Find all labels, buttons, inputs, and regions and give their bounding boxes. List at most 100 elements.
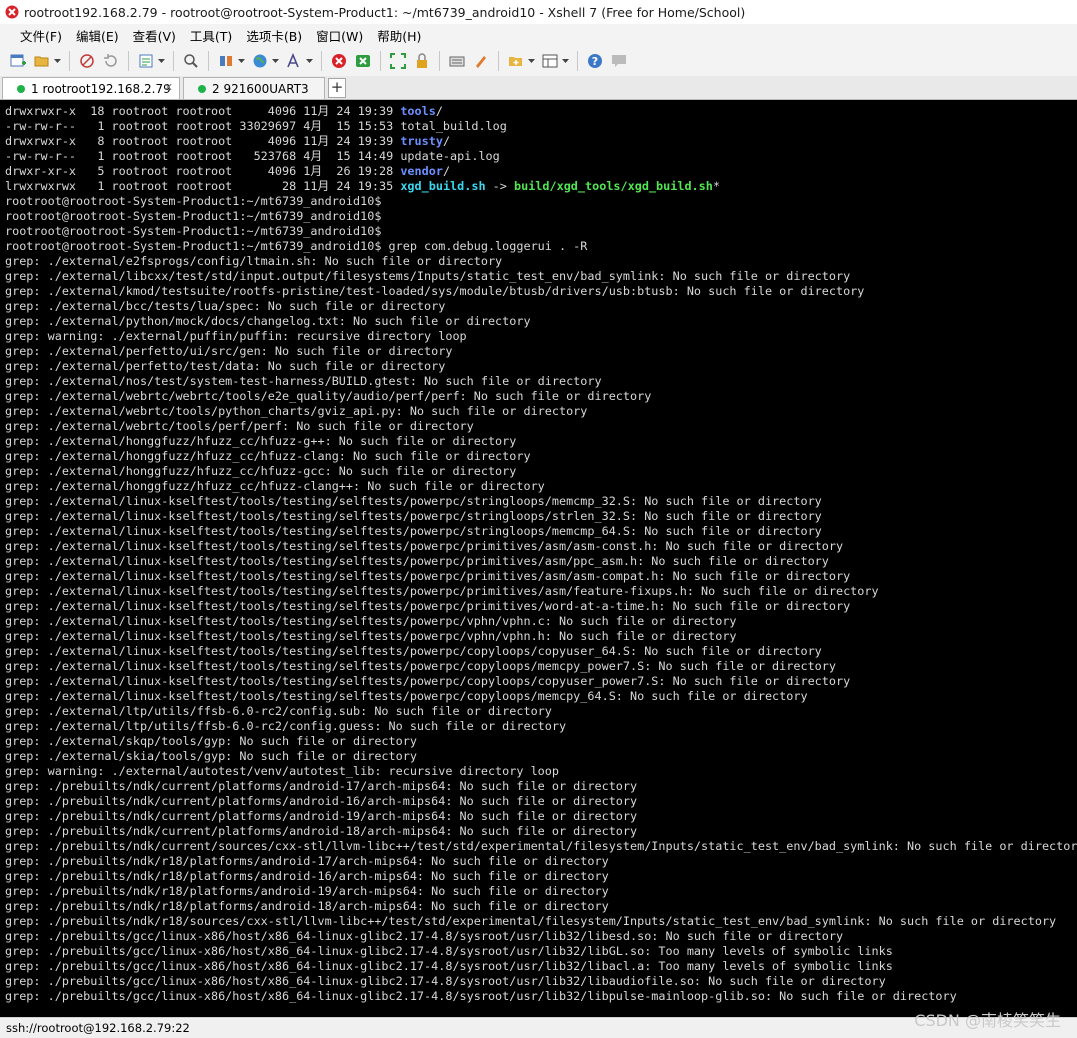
terminal-line: grep: ./external/honggfuzz/hfuzz_cc/hfuz…: [5, 479, 1077, 494]
terminal-text: grep: ./prebuilts/gcc/linux-x86/host/x86…: [5, 959, 893, 973]
terminal-link-text: xgd_build.sh: [400, 179, 486, 193]
chevron-down-icon[interactable]: [54, 52, 61, 70]
keyboard-icon[interactable]: [448, 52, 466, 70]
chevron-down-icon[interactable]: [562, 52, 569, 70]
terminal-text: -rw-rw-r-- 1 rootroot rootroot 33029697 …: [5, 119, 507, 133]
toolbar-separator: [380, 51, 381, 71]
terminal-text: grep: ./prebuilts/ndk/current/platforms/…: [5, 809, 638, 823]
terminal-text: grep: ./prebuilts/gcc/linux-x86/host/x86…: [5, 974, 886, 988]
terminal-text: grep: ./external/honggfuzz/hfuzz_cc/hfuz…: [5, 449, 531, 463]
terminal-line: grep: warning: ./external/autotest/venv/…: [5, 764, 1077, 779]
find-icon[interactable]: [182, 52, 200, 70]
terminal-line: grep: ./external/linux-kselftest/tools/t…: [5, 614, 1077, 629]
add-tab-button[interactable]: +: [328, 78, 346, 98]
terminal-text: grep: ./external/skqp/tools/gyp: No such…: [5, 734, 417, 748]
terminal-text: grep: ./external/linux-kselftest/tools/t…: [5, 644, 822, 658]
new-session-icon[interactable]: [9, 52, 27, 70]
terminal-text: grep: ./external/honggfuzz/hfuzz_cc/hfuz…: [5, 434, 517, 448]
terminal-line: grep: ./prebuilts/gcc/linux-x86/host/x86…: [5, 989, 1077, 1004]
terminal-text: grep: ./external/linux-kselftest/tools/t…: [5, 509, 822, 523]
terminal-text: grep: ./external/linux-kselftest/tools/t…: [5, 494, 822, 508]
menu-tab[interactable]: 选项卡(B): [239, 26, 309, 45]
lock-icon[interactable]: [413, 52, 431, 70]
chevron-down-icon[interactable]: [158, 52, 165, 70]
chat-icon[interactable]: [610, 52, 628, 70]
terminal-line: grep: ./external/libcxx/test/std/input.o…: [5, 269, 1077, 284]
properties-icon[interactable]: [137, 52, 155, 70]
toolbar-separator: [321, 51, 322, 71]
tab-session-1[interactable]: 1 rootroot192.168.2.79 ✕: [2, 77, 180, 99]
menu-help[interactable]: 帮助(H): [370, 26, 428, 45]
terminal-line: grep: ./external/perfetto/ui/src/gen: No…: [5, 344, 1077, 359]
new-tab-icon[interactable]: [507, 52, 525, 70]
title-bar: rootroot192.168.2.79 - rootroot@rootroot…: [0, 0, 1077, 24]
terminal-text: rootroot@rootroot-System-Product1:~/mt67…: [5, 224, 382, 238]
tab-session-2[interactable]: 2 921600UART3: [183, 77, 325, 99]
reconnect-icon[interactable]: [102, 52, 120, 70]
terminal-line: grep: ./external/linux-kselftest/tools/t…: [5, 659, 1077, 674]
menu-view[interactable]: 查看(V): [126, 26, 183, 45]
terminal-text: -rw-rw-r-- 1 rootroot rootroot 523768 4月…: [5, 149, 500, 163]
terminal-text: grep: ./external/linux-kselftest/tools/t…: [5, 659, 836, 673]
font-icon[interactable]: [285, 52, 303, 70]
xshell-logo-icon[interactable]: [330, 52, 348, 70]
transfer-icon[interactable]: [217, 52, 235, 70]
terminal-text: grep: ./external/webrtc/tools/perf/perf:…: [5, 419, 474, 433]
terminal-line: grep: ./external/linux-kselftest/tools/t…: [5, 674, 1077, 689]
highlight-icon[interactable]: [472, 52, 490, 70]
menu-tools[interactable]: 工具(T): [183, 26, 239, 45]
terminal-line: lrwxrwxrwx 1 rootroot rootroot 28 11月 24…: [5, 179, 1077, 194]
connected-status-icon: [17, 84, 25, 93]
window-title: rootroot192.168.2.79 - rootroot@rootroot…: [24, 4, 746, 20]
tab-label: 1 rootroot192.168.2.79: [31, 81, 171, 96]
open-folder-icon[interactable]: [33, 52, 51, 70]
terminal-text: grep: ./prebuilts/gcc/linux-x86/host/x86…: [5, 929, 844, 943]
menu-window[interactable]: 窗口(W): [309, 26, 370, 45]
menu-file[interactable]: 文件(F): [13, 26, 69, 45]
terminal-line: rootroot@rootroot-System-Product1:~/mt67…: [5, 224, 1077, 239]
terminal-dir-text: vendor: [400, 164, 443, 178]
toolbar-separator: [439, 51, 440, 71]
terminal-text: drwxrwxr-x 8 rootroot rootroot 4096 11月 …: [5, 134, 401, 148]
terminal-line: grep: ./prebuilts/ndk/current/platforms/…: [5, 824, 1077, 839]
chevron-down-icon[interactable]: [238, 52, 245, 70]
watermark: CSDN @南棱笑笑生: [914, 1011, 1061, 1030]
xshell-app-icon: [5, 5, 19, 19]
terminal-text: grep: ./prebuilts/ndk/r18/platforms/andr…: [5, 899, 609, 913]
chevron-down-icon[interactable]: [528, 52, 535, 70]
tab-label: 2 921600UART3: [212, 81, 309, 96]
layout-icon[interactable]: [541, 52, 559, 70]
chevron-down-icon[interactable]: [272, 52, 279, 70]
terminal-text: grep: ./external/linux-kselftest/tools/t…: [5, 584, 879, 598]
chevron-down-icon[interactable]: [306, 52, 313, 70]
menu-edit[interactable]: 编辑(E): [69, 26, 126, 45]
terminal-text: grep: ./external/linux-kselftest/tools/t…: [5, 614, 737, 628]
terminal-line: grep: ./external/linux-kselftest/tools/t…: [5, 539, 1077, 554]
help-icon[interactable]: ?: [586, 52, 604, 70]
terminal-text: grep: ./external/honggfuzz/hfuzz_cc/hfuz…: [5, 479, 545, 493]
terminal-text: grep: ./external/linux-kselftest/tools/t…: [5, 539, 844, 553]
terminal-text: grep: ./prebuilts/ndk/current/platforms/…: [5, 794, 638, 808]
xftp-icon[interactable]: [354, 52, 372, 70]
connected-status-icon: [198, 84, 206, 93]
terminal-line: grep: ./external/e2fsprogs/config/ltmain…: [5, 254, 1077, 269]
globe-icon[interactable]: [251, 52, 269, 70]
terminal-text: grep: ./external/e2fsprogs/config/ltmain…: [5, 254, 503, 268]
terminal-text: grep: ./external/nos/test/system-test-ha…: [5, 374, 602, 388]
terminal-text: grep: warning: ./external/puffin/puffin:…: [5, 329, 467, 343]
terminal-text: grep: ./external/linux-kselftest/tools/t…: [5, 674, 851, 688]
fullscreen-icon[interactable]: [389, 52, 407, 70]
terminal-line: grep: ./prebuilts/ndk/r18/sources/cxx-st…: [5, 914, 1077, 929]
terminal-line: drwxr-xr-x 5 rootroot rootroot 4096 1月 2…: [5, 164, 1077, 179]
terminal-line: grep: ./external/linux-kselftest/tools/t…: [5, 569, 1077, 584]
close-icon[interactable]: ✕: [164, 81, 173, 95]
terminal-text: grep: ./external/linux-kselftest/tools/t…: [5, 599, 851, 613]
terminal-line: grep: ./prebuilts/ndk/r18/platforms/andr…: [5, 884, 1077, 899]
terminal-line: rootroot@rootroot-System-Product1:~/mt67…: [5, 209, 1077, 224]
terminal-output[interactable]: drwxrwxr-x 18 rootroot rootroot 4096 11月…: [0, 100, 1077, 1017]
toolbar-separator: [498, 51, 499, 71]
terminal-text: grep: ./external/ltp/utils/ffsb-6.0-rc2/…: [5, 719, 567, 733]
terminal-line: grep: ./external/honggfuzz/hfuzz_cc/hfuz…: [5, 449, 1077, 464]
terminal-line: grep: ./prebuilts/ndk/r18/platforms/andr…: [5, 899, 1077, 914]
disconnect-icon[interactable]: [78, 52, 96, 70]
